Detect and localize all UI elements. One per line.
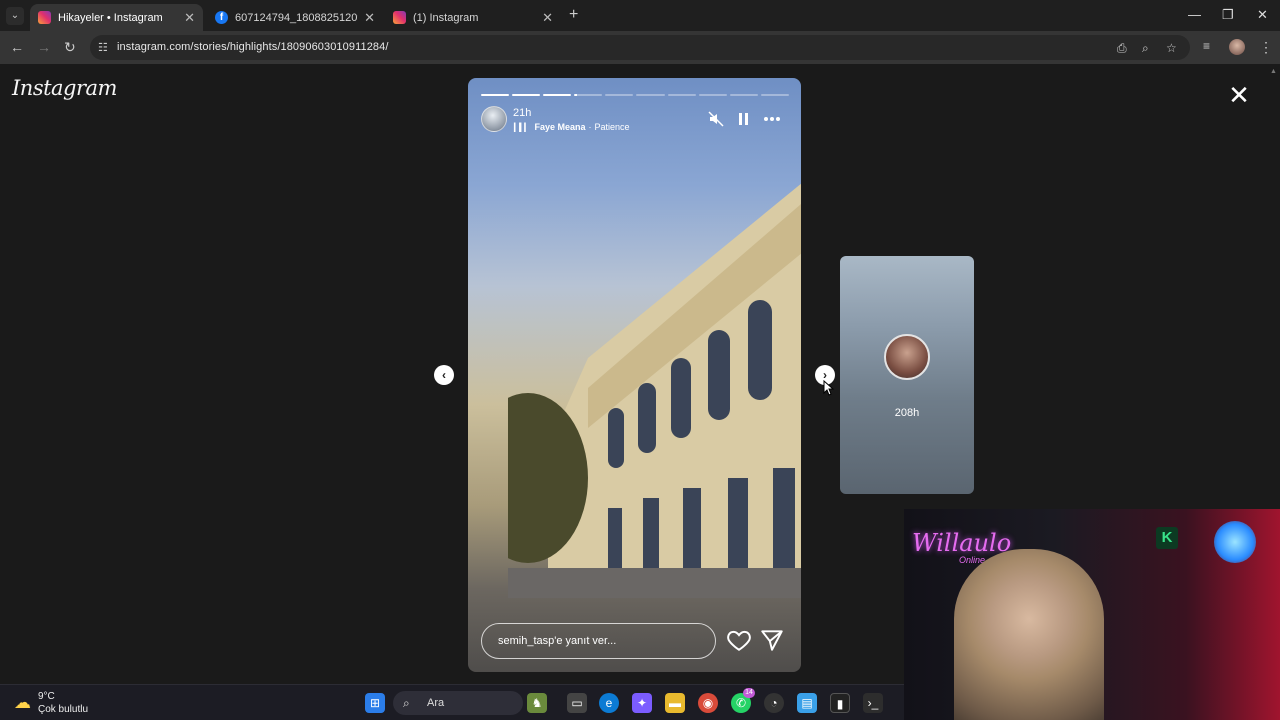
zoom-icon[interactable]: ⌕ <box>1142 41 1149 56</box>
like-heart-icon[interactable] <box>726 627 752 653</box>
notepad-icon[interactable]: ▤ <box>797 693 817 713</box>
mouse-cursor-icon <box>823 380 835 396</box>
window-close-icon[interactable]: ✕ <box>1257 7 1268 23</box>
music-artist: Faye Meana <box>534 122 586 132</box>
new-tab-button[interactable]: + <box>569 6 578 24</box>
profile-avatar[interactable] <box>1229 39 1245 55</box>
more-options-icon[interactable] <box>763 116 781 122</box>
tab-title: Hikayeler • Instagram <box>58 11 163 24</box>
minimize-icon[interactable]: — <box>1188 7 1201 22</box>
story-music-label[interactable]: ▎▍▎ Faye Meana · Patience <box>514 122 630 132</box>
tab-search-button[interactable]: ⌄ <box>6 7 24 25</box>
music-song: Patience <box>594 122 630 132</box>
instagram-logo[interactable]: Instagram <box>12 76 117 100</box>
weather-description[interactable]: Çok bulutlu <box>38 704 88 715</box>
address-bar[interactable]: ☷ instagram.com/stories/highlights/18090… <box>90 35 1190 60</box>
windows-start-icon[interactable]: ⊞ <box>365 693 385 713</box>
whatsapp-notification-badge: 14 <box>743 688 755 698</box>
browser-tab-bar: ⌄ Hikayeler • Instagram ✕ f 607124794_18… <box>0 0 1280 31</box>
send-share-icon[interactable] <box>759 627 785 653</box>
pause-icon[interactable] <box>736 112 750 126</box>
story-timestamp: 21h <box>513 107 532 119</box>
facebook-icon: f <box>215 11 228 24</box>
blue-light-orb <box>1214 521 1256 563</box>
tab-title: (1) Instagram <box>413 11 479 24</box>
k-logo-icon: K <box>1156 527 1178 549</box>
story-viewer[interactable]: 21h ▎▍▎ Faye Meana · Patience semih_tasp… <box>468 78 801 672</box>
weather-temperature[interactable]: 9°C <box>38 691 55 702</box>
taskbar-search-box[interactable]: ⌕ Ara <box>393 691 523 715</box>
music-separator: · <box>588 122 592 132</box>
clock-app-icon[interactable]: ◔ <box>764 693 784 713</box>
restore-icon[interactable]: ❐ <box>1222 7 1234 23</box>
instagram-icon <box>38 11 51 24</box>
forward-icon[interactable]: → <box>37 39 51 55</box>
mute-icon[interactable] <box>708 111 724 127</box>
chrome-icon[interactable]: ◉ <box>698 693 718 713</box>
search-label: Ara <box>427 697 445 709</box>
previous-story-button[interactable]: ‹ <box>434 365 454 385</box>
next-story-preview[interactable]: 208h <box>840 256 974 494</box>
streamer-webcam <box>954 549 1104 720</box>
tab-title: 607124794_1808825120947443 <box>235 11 358 24</box>
media-controls-icon[interactable]: ≡ <box>1203 39 1210 53</box>
copilot-icon[interactable]: ✦ <box>632 693 652 713</box>
file-explorer-icon[interactable]: ▬ <box>665 693 685 713</box>
webcam-overlay: Willaulo Online K <box>904 509 1280 720</box>
edge-browser-icon[interactable]: e <box>599 693 619 713</box>
tab-facebook-image[interactable]: f 607124794_1808825120947443 ✕ <box>207 4 383 31</box>
windows-taskbar: ☁ 9°C Çok bulutlu ⊞ ⌕ Ara ♞ ▭ e ✦ ▬ ◉ ✆ … <box>0 684 904 720</box>
scrollbar-up-arrow[interactable]: ▲ <box>1270 68 1277 75</box>
next-story-timestamp: 208h <box>894 407 920 419</box>
story-progress-bar <box>481 94 789 96</box>
close-stories-icon[interactable]: ✕ <box>1225 81 1253 109</box>
task-view-icon[interactable]: ▭ <box>567 693 587 713</box>
bookmark-star-icon[interactable]: ☆ <box>1166 41 1177 55</box>
reload-icon[interactable]: ↻ <box>64 39 76 56</box>
close-tab-icon[interactable]: ✕ <box>184 10 195 26</box>
next-story-avatar <box>884 334 930 380</box>
story-author-avatar[interactable] <box>481 106 507 132</box>
url-text[interactable]: instagram.com/stories/highlights/1809060… <box>117 41 389 53</box>
command-prompt-icon[interactable]: ›_ <box>863 693 883 713</box>
neon-sign-text: Willaulo <box>912 529 1012 557</box>
install-app-icon[interactable]: ⎙ <box>1117 41 1127 56</box>
tab-stories[interactable]: Hikayeler • Instagram ✕ <box>30 4 203 31</box>
tab-instagram[interactable]: (1) Instagram ✕ <box>385 4 561 31</box>
terminal-icon[interactable]: ▮ <box>830 693 850 713</box>
site-info-icon[interactable]: ☷ <box>98 41 108 54</box>
reply-input[interactable]: semih_tasp'e yanıt ver... <box>481 623 716 659</box>
game-app-icon[interactable]: ♞ <box>527 693 547 713</box>
back-icon[interactable]: ← <box>10 39 24 55</box>
search-icon: ⌕ <box>403 696 410 710</box>
close-tab-icon[interactable]: ✕ <box>542 10 553 26</box>
browser-toolbar: ← → ↻ ☷ instagram.com/stories/highlights… <box>0 31 1280 64</box>
close-tab-icon[interactable]: ✕ <box>364 10 375 26</box>
menu-kebab-icon[interactable]: ⋮ <box>1259 39 1273 56</box>
music-bars-icon: ▎▍▎ <box>514 122 531 132</box>
instagram-icon <box>393 11 406 24</box>
weather-cloud-icon[interactable]: ☁ <box>14 693 31 713</box>
story-image-building <box>508 183 801 598</box>
